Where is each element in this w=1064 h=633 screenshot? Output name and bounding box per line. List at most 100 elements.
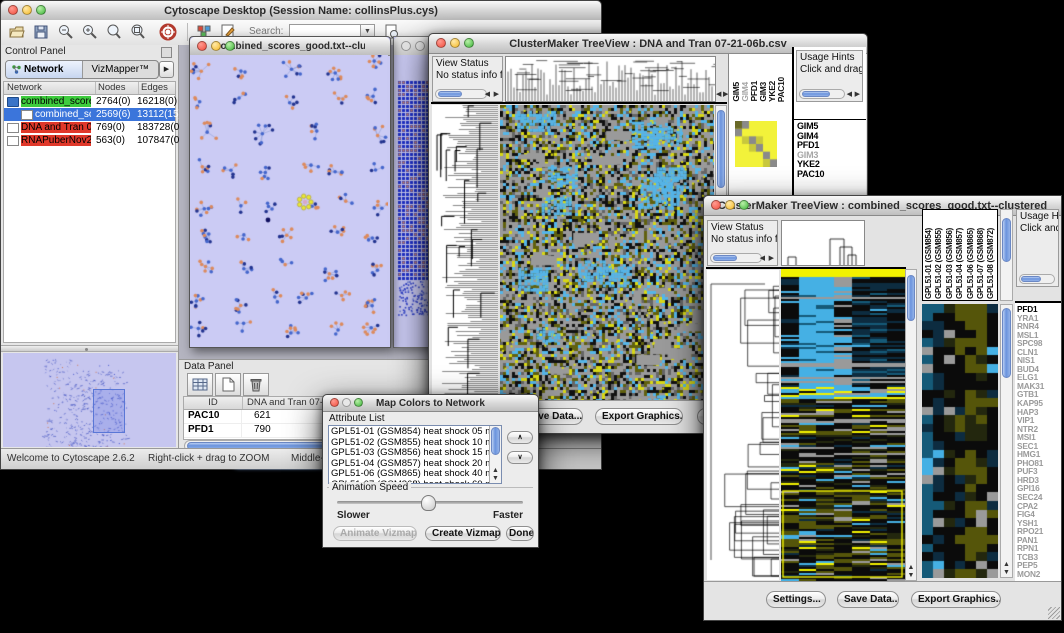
network-view-a-titlebar[interactable]: combined_scores_good.txt--cluste... bbox=[190, 37, 390, 56]
zoom-button[interactable] bbox=[739, 200, 749, 210]
scroll-left-arrow[interactable]: ◀ bbox=[485, 90, 490, 99]
minimize-button[interactable] bbox=[22, 5, 32, 15]
minimize-button[interactable] bbox=[211, 41, 221, 51]
nodes-count: 769(0) bbox=[96, 122, 125, 133]
save-session-icon[interactable] bbox=[32, 23, 50, 41]
nodes-count: 563(0) bbox=[96, 135, 125, 146]
dialog-titlebar[interactable]: Map Colors to Network bbox=[323, 395, 538, 412]
treeview1-vscroll-thumb[interactable] bbox=[717, 110, 725, 188]
open-file-icon[interactable] bbox=[8, 23, 26, 41]
treeview1-status-hscroll[interactable] bbox=[435, 89, 487, 99]
zoom-out-icon[interactable] bbox=[57, 23, 75, 41]
zoom-fit-icon[interactable] bbox=[129, 23, 147, 41]
network-view-a-canvas[interactable] bbox=[190, 55, 388, 346]
float-panel-icon[interactable] bbox=[161, 47, 172, 58]
network-row[interactable]: RNAPuberNov2+563(0)107847(0) bbox=[4, 134, 175, 147]
data-panel-title: Data Panel bbox=[184, 361, 233, 372]
birdseye-canvas[interactable] bbox=[3, 353, 173, 447]
row-label[interactable]: PAC10 bbox=[797, 170, 824, 180]
birdseye-viewport-rect[interactable] bbox=[93, 389, 125, 433]
tab-vizmapper[interactable]: VizMapper™ bbox=[83, 61, 159, 78]
done-button[interactable]: Done bbox=[506, 526, 534, 541]
minimize-button[interactable] bbox=[342, 398, 351, 407]
close-button[interactable] bbox=[8, 5, 18, 15]
zoom-button[interactable] bbox=[464, 38, 474, 48]
file-icon bbox=[21, 110, 33, 120]
minimize-button[interactable] bbox=[725, 200, 735, 210]
usage-hscroll[interactable] bbox=[799, 89, 845, 99]
attribute-item[interactable]: GPL51-01 (GSM854) heat shock 05 min bbox=[331, 427, 488, 438]
nodes-count: 2764(0) bbox=[96, 96, 130, 107]
treeview2-row-dendrogram[interactable] bbox=[707, 270, 779, 580]
network-table-rows: combined_scores2764(0)16218(0)combined_s… bbox=[4, 95, 175, 147]
help-lifering-icon[interactable] bbox=[159, 23, 177, 41]
settings-button[interactable]: Settings... bbox=[766, 591, 826, 608]
dialog-title: Map Colors to Network bbox=[376, 398, 485, 409]
attribute-list-vscroll[interactable]: ▲ ▼ bbox=[489, 426, 501, 483]
zoom-button[interactable] bbox=[225, 41, 235, 51]
zoom-button[interactable] bbox=[354, 398, 363, 407]
treeview1-minimap[interactable] bbox=[735, 121, 777, 167]
new-attribute-icon[interactable] bbox=[215, 373, 241, 396]
edges-count: 13112(15) bbox=[137, 109, 182, 120]
attribute-item[interactable]: GPL51-03 (GSM856) heat shock 15 min bbox=[331, 448, 488, 459]
zoom-button[interactable] bbox=[36, 5, 46, 15]
treeview2-status-hscroll[interactable] bbox=[710, 253, 762, 263]
close-button[interactable] bbox=[711, 200, 721, 210]
treeview1-column-dendrogram[interactable] bbox=[505, 56, 716, 102]
minimize-button[interactable] bbox=[415, 41, 425, 51]
main-titlebar[interactable]: Cytoscape Desktop (Session Name: collins… bbox=[1, 1, 601, 21]
close-button[interactable] bbox=[436, 38, 446, 48]
close-button[interactable] bbox=[197, 41, 207, 51]
close-button[interactable] bbox=[401, 41, 411, 51]
treeview2-global-vscroll[interactable]: ▲ ▼ bbox=[905, 269, 917, 581]
close-button[interactable] bbox=[330, 398, 339, 407]
zoom-in-icon[interactable] bbox=[81, 23, 99, 41]
file-icon bbox=[7, 136, 19, 146]
scroll-right-arrow[interactable]: ▶ bbox=[494, 90, 499, 99]
delete-attribute-icon[interactable] bbox=[243, 373, 269, 396]
treeview1-row-dendrogram[interactable] bbox=[432, 105, 498, 430]
birdseye-view[interactable] bbox=[3, 353, 176, 447]
move-down-button[interactable]: ∨ bbox=[507, 451, 533, 464]
speed-slider-thumb[interactable] bbox=[421, 495, 436, 511]
zoom-selected-icon[interactable] bbox=[105, 23, 123, 41]
network-row[interactable]: combined_sco2569(6)13112(15) bbox=[4, 108, 175, 121]
column-label: YKE2 bbox=[768, 81, 777, 102]
treeview2-global-heatmap[interactable] bbox=[781, 269, 905, 581]
treeview2-row-labels: PFD1YRA1RNR4MSL1SPC98CLN1NIS1BUD4ELG1MAK… bbox=[1017, 305, 1044, 579]
column-label: GIM5 bbox=[732, 82, 741, 102]
edges-count: 183728(0) bbox=[137, 122, 183, 133]
treeview2-collabel-vscroll[interactable] bbox=[1000, 209, 1013, 301]
attribute-listbox[interactable]: GPL51-01 (GSM854) heat shock 05 min GPL51… bbox=[328, 425, 502, 484]
export-graphics-button[interactable]: Export Graphics... bbox=[595, 408, 683, 425]
tab-overflow-arrow[interactable]: ▶ bbox=[159, 61, 174, 78]
minimize-button[interactable] bbox=[450, 38, 460, 48]
attribute-select-icon[interactable] bbox=[187, 373, 213, 396]
export-graphics-button[interactable]: Export Graphics... bbox=[911, 591, 1001, 608]
network-table-header[interactable]: Network Nodes Edges bbox=[4, 82, 175, 95]
network-view-window-a: combined_scores_good.txt--cluste... bbox=[189, 36, 391, 348]
column-label: GPL51-07 (GSM868) bbox=[976, 228, 986, 299]
hscroll-left-arrow[interactable]: ◀ bbox=[716, 90, 721, 99]
treeview1-divider bbox=[431, 102, 727, 104]
move-up-button[interactable]: ∧ bbox=[507, 431, 533, 444]
panel-splitter[interactable] bbox=[1, 345, 178, 352]
network-row[interactable]: combined_scores2764(0)16218(0) bbox=[4, 95, 175, 108]
tab-network[interactable]: Network bbox=[6, 61, 83, 78]
resize-grip[interactable] bbox=[1048, 607, 1060, 619]
network-row[interactable]: DNA and Tran 07769(0)183728(0) bbox=[4, 121, 175, 134]
create-vizmap-button[interactable]: Create Vizmap bbox=[425, 526, 501, 541]
network-table: Network Nodes Edges combined_scores2764(… bbox=[3, 81, 176, 343]
treeview2-zoom-vscroll[interactable]: ▲ ▼ bbox=[1000, 304, 1013, 578]
row-label[interactable]: MON2 bbox=[1017, 570, 1044, 579]
animate-vizmap-button[interactable]: Animate Vizmap bbox=[333, 526, 417, 541]
treeview1-heatmap[interactable] bbox=[500, 105, 714, 430]
usage2-hscroll[interactable] bbox=[1019, 274, 1055, 284]
treeview2-zoom-heatmap[interactable] bbox=[922, 304, 998, 578]
attribute-item[interactable]: GPL51-06 (GSM865) heat shock 40 min bbox=[331, 469, 488, 480]
treeview2-column-dendrogram[interactable] bbox=[781, 220, 865, 266]
window-controls[interactable] bbox=[8, 5, 46, 15]
treeview1-view-status: View Status No status info f ◀ ▶ bbox=[432, 56, 503, 102]
save-data-button[interactable]: Save Data... bbox=[837, 591, 899, 608]
